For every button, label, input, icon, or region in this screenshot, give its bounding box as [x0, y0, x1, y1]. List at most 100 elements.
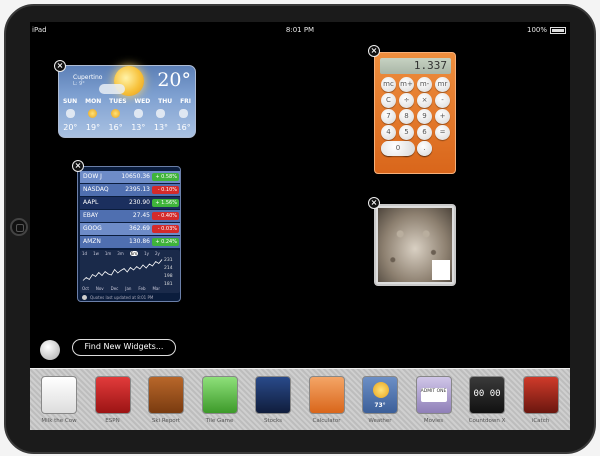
- weather-forecast-icons: [59, 109, 195, 118]
- x-tick-label: Jan: [125, 286, 132, 291]
- stock-change-badge[interactable]: + 0.58%: [152, 173, 179, 181]
- home-button[interactable]: [10, 218, 28, 236]
- dock-item-countdown-x[interactable]: 00 00 Countdown X: [464, 376, 510, 428]
- movie-ticket-icon: ADMIT ONE: [415, 376, 452, 414]
- stocks-x-axis: Oct Nov Dec Jan Feb Mar: [82, 286, 160, 291]
- calc-key-digit-7[interactable]: 7: [381, 109, 396, 124]
- calculator-icon: [308, 376, 345, 414]
- stock-change-badge[interactable]: - 0.40%: [152, 212, 179, 220]
- calc-key-digit-6[interactable]: 6: [417, 125, 432, 140]
- stock-row[interactable]: EBAY 27.45- 0.40%: [80, 210, 180, 222]
- calc-key-digit-0[interactable]: 0: [381, 141, 415, 156]
- weather-hilo: L: 9°: [73, 81, 85, 87]
- weather-widget[interactable]: Cupertino L: 9° 20° SUN MON TUES WED THU…: [58, 65, 196, 138]
- dock-item-label: Calculator: [312, 418, 341, 424]
- close-calculator-widget-button[interactable]: ×: [368, 45, 380, 57]
- dashboard-screen: iPad 8:01 PM 100% × Cupertino L: 9° 20° …: [30, 22, 570, 430]
- weather-day-temp: 16°: [108, 123, 123, 132]
- dock-item-badge: ADMIT ONE: [420, 388, 447, 402]
- find-new-widgets-button[interactable]: Find New Widgets...: [72, 339, 176, 356]
- snowflake-icon: [148, 376, 184, 414]
- x-tick-label: Feb: [138, 286, 146, 291]
- weather-day-temp: 16°: [176, 123, 191, 132]
- close-weather-widget-button[interactable]: ×: [54, 60, 66, 72]
- weather-city: Cupertino: [73, 74, 103, 81]
- x-tick-label: Dec: [110, 286, 119, 291]
- calc-key-digit-4[interactable]: 4: [381, 125, 396, 140]
- cloudy-icon: [65, 109, 75, 118]
- calc-key-memory-subtract[interactable]: m-: [417, 77, 432, 92]
- photo-widget[interactable]: [374, 204, 456, 286]
- calc-key-digit-8[interactable]: 8: [399, 109, 414, 124]
- calc-key-memory-add[interactable]: m+: [399, 77, 414, 92]
- calc-key-multiply[interactable]: ×: [417, 93, 432, 108]
- stock-row[interactable]: GOOG 362.69- 0.03%: [80, 223, 180, 235]
- dock-item-movies[interactable]: ADMIT ONE Movies: [411, 376, 457, 428]
- stock-change-badge[interactable]: + 0.24%: [152, 238, 179, 246]
- weather-days: SUN MON TUES WED THU FRI: [59, 98, 195, 105]
- dock-item-stocks[interactable]: Stocks: [250, 376, 296, 428]
- dock-item-label: Ski Report: [151, 418, 181, 424]
- calc-key-digit-9[interactable]: 9: [417, 109, 432, 124]
- x-tick-label: Nov: [95, 286, 104, 291]
- calc-key-equals[interactable]: =: [435, 125, 450, 140]
- stock-price: 27.45: [132, 212, 150, 219]
- dock-item-espn[interactable]: ESPN: [90, 376, 136, 428]
- dock-item-weather[interactable]: 73° Weather: [357, 376, 403, 428]
- clock-label: 8:01 PM: [285, 26, 315, 34]
- calc-key-memory-clear[interactable]: mc: [381, 77, 396, 92]
- x-tick-label: Oct: [82, 286, 89, 291]
- weather-sun-icon: 73°: [362, 376, 398, 414]
- dock-item-calculator[interactable]: Calculator: [304, 376, 350, 428]
- calc-key-clear[interactable]: C: [381, 93, 396, 108]
- dock-item-icatch[interactable]: iCatch: [518, 376, 564, 428]
- weather-day: THU: [158, 98, 173, 105]
- calc-key-decimal[interactable]: .: [417, 141, 432, 156]
- stock-row[interactable]: DOW J 10650.36 + 0.58%: [80, 171, 180, 183]
- stock-symbol: AAPL: [83, 199, 99, 206]
- stock-price-line: [82, 259, 163, 281]
- stock-price: 10650.36: [121, 173, 150, 180]
- stock-change-badge[interactable]: - 0.10%: [152, 186, 179, 194]
- dock-item-label: iCatch: [531, 418, 550, 424]
- stock-row[interactable]: AMZN 130.86 + 0.24%: [80, 236, 180, 248]
- stocks-widget[interactable]: DOW J 10650.36 + 0.58% NASDAQ 2395.13- 0.10%…: [77, 166, 181, 302]
- calc-key-divide[interactable]: ÷: [399, 93, 414, 108]
- dock-item-milk-the-cow[interactable]: Milk the Cow: [36, 376, 82, 428]
- stock-row[interactable]: AAPL 230.90 + 1.56%: [80, 197, 180, 209]
- close-stocks-widget-button[interactable]: ×: [72, 160, 84, 172]
- sunny-icon: [88, 109, 98, 118]
- close-photo-widget-button[interactable]: ×: [368, 197, 380, 209]
- calculator-widget[interactable]: 1.337 mcm+m-mrC÷×-789+456=1230.: [374, 52, 456, 174]
- stock-change-badge[interactable]: - 0.03%: [152, 225, 179, 233]
- stock-price: 2395.13: [125, 186, 150, 193]
- dock-item-label: Stocks: [263, 418, 283, 424]
- dock-item-label: ESPN: [105, 418, 120, 424]
- widget-manager-knob[interactable]: [40, 340, 60, 360]
- dock-item-label: Weather: [368, 418, 392, 424]
- weather-day: MON: [85, 98, 102, 105]
- stock-symbol: GOOG: [83, 225, 102, 232]
- weather-day-temp: 13°: [131, 123, 146, 132]
- stock-row[interactable]: NASDAQ 2395.13- 0.10%: [80, 184, 180, 196]
- calc-key-memory-recall[interactable]: mr: [435, 77, 450, 92]
- stocks-updated-text: Quotes last updated at 8:01 PM: [90, 295, 154, 300]
- dock-item-tile-game[interactable]: Tile Game: [197, 376, 243, 428]
- weather-day-temp: 20°: [63, 123, 78, 132]
- cloud-icon: [99, 84, 125, 94]
- status-bar: iPad 8:01 PM 100%: [30, 22, 570, 38]
- cloudy-icon: [179, 109, 189, 118]
- stocks-footer: Quotes last updated at 8:01 PM: [80, 294, 180, 301]
- calc-key-digit-5[interactable]: 5: [399, 125, 414, 140]
- info-icon[interactable]: [82, 295, 87, 300]
- cow-icon: [41, 376, 77, 414]
- y-tick-label: 214: [164, 266, 173, 271]
- dock-item-label: Tile Game: [205, 418, 234, 424]
- calc-key-plus[interactable]: +: [435, 109, 450, 124]
- calculator-display: 1.337: [380, 58, 451, 74]
- photo-corner-block: [432, 260, 450, 280]
- dock-item-ski-report[interactable]: Ski Report: [143, 376, 189, 428]
- calc-key-minus[interactable]: -: [435, 93, 450, 108]
- fog-icon: [133, 109, 143, 118]
- stock-change-badge[interactable]: + 1.56%: [152, 199, 179, 207]
